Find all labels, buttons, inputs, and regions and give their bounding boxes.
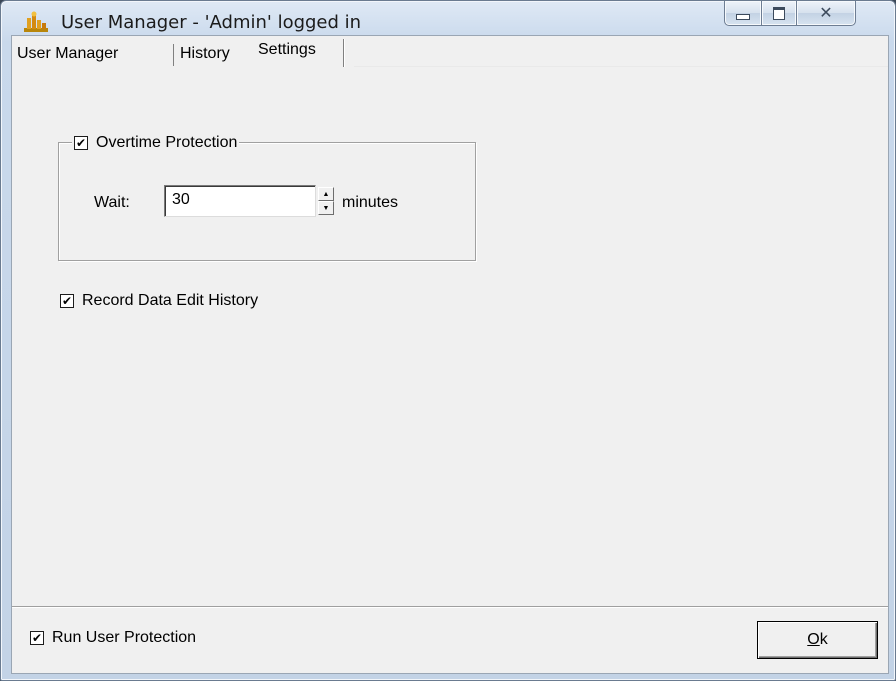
tab-baseline — [354, 66, 888, 67]
wait-minutes-spinner: ▲ ▼ — [318, 187, 334, 217]
window-title: User Manager - 'Admin' logged in — [61, 12, 362, 33]
user-manager-window: User Manager - 'Admin' logged in ✕ User … — [0, 0, 896, 681]
maximize-button[interactable] — [762, 1, 797, 26]
tab-divider — [343, 39, 344, 67]
tab-user-manager[interactable]: User Manager — [17, 42, 118, 66]
wait-minutes-input[interactable] — [166, 187, 310, 213]
spin-down-button[interactable]: ▼ — [318, 201, 334, 215]
caption-buttons: ✕ — [724, 1, 856, 27]
minimize-icon — [736, 14, 750, 20]
wait-label: Wait: — [94, 194, 130, 211]
tab-settings[interactable]: Settings — [258, 38, 316, 62]
maximize-icon — [773, 6, 785, 20]
ok-label: k — [819, 631, 828, 648]
ok-accelerator: O — [807, 631, 820, 648]
run-protection-checkbox[interactable]: ✔ — [30, 631, 44, 645]
wait-minutes-field[interactable] — [164, 185, 316, 217]
spin-up-button[interactable]: ▲ — [318, 187, 334, 201]
record-history-option: ✔ Record Data Edit History — [60, 292, 258, 310]
arrow-up-icon: ▲ — [322, 190, 330, 198]
overtime-protection-label: Overtime Protection — [96, 134, 238, 151]
app-icon — [24, 11, 48, 32]
run-protection-option: ✔ Run User Protection — [30, 629, 196, 647]
tab-divider — [173, 44, 174, 66]
title-bar[interactable]: User Manager - 'Admin' logged in ✕ — [1, 1, 895, 35]
close-button[interactable]: ✕ — [797, 1, 856, 26]
client-area: User Manager History Settings ✔ Overtime… — [11, 35, 889, 674]
arrow-down-icon: ▼ — [322, 204, 330, 212]
minutes-label: minutes — [342, 194, 399, 211]
footer-divider — [12, 606, 888, 607]
tab-strip: User Manager History Settings — [12, 36, 888, 68]
record-history-checkbox[interactable]: ✔ — [60, 294, 74, 308]
overtime-protection-legend: ✔ Overtime Protection — [72, 133, 240, 153]
overtime-protection-checkbox[interactable]: ✔ — [74, 136, 88, 150]
minimize-button[interactable] — [724, 1, 762, 26]
tab-history[interactable]: History — [180, 42, 230, 66]
ok-button[interactable]: Ok — [757, 621, 878, 659]
record-history-label: Record Data Edit History — [82, 292, 259, 309]
run-protection-label: Run User Protection — [52, 629, 197, 646]
close-icon: ✕ — [819, 3, 833, 22]
